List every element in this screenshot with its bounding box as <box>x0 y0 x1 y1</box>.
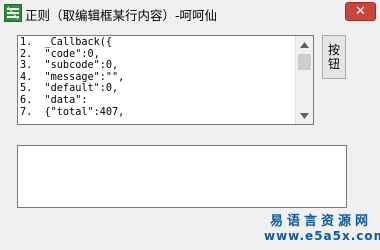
code-line: 4. "message":"", <box>20 71 125 83</box>
code-lines: 1. _Callback({2. "code":0, 3. "subcode":0… <box>20 37 298 118</box>
code-line: 6. "data": <box>20 94 88 106</box>
code-line: 7. {"total":407, <box>20 106 125 118</box>
scroll-thumb[interactable] <box>298 54 311 70</box>
window-title: 正则（取编辑框某行内容）-呵呵仙 <box>25 8 218 23</box>
code-line: 5. "default":0, <box>20 83 119 95</box>
watermark-site-name: 易语言资源网 <box>270 214 373 229</box>
code-line: 1. _Callback({ <box>20 37 113 48</box>
close-button[interactable]: ✕ <box>345 2 376 21</box>
close-icon: ✕ <box>355 4 366 19</box>
code-line: 2. "code":0, <box>20 48 100 60</box>
vertical-scrollbar[interactable] <box>295 36 313 124</box>
output-editbox[interactable] <box>17 145 347 208</box>
code-line: 3. "subcode":0, <box>20 60 119 72</box>
site-watermark: 易语言资源网 www.e5a5x.com <box>264 210 380 246</box>
action-button[interactable]: 按钮 <box>322 35 346 79</box>
scroll-up-arrow-icon[interactable] <box>296 36 313 53</box>
code-editbox[interactable]: 1. _Callback({2. "code":0, 3. "subcode":0… <box>17 35 314 125</box>
title-bar: 正则（取编辑框某行内容）-呵呵仙 ✕ <box>0 0 380 26</box>
app-icon <box>4 4 22 22</box>
scroll-down-arrow-icon[interactable] <box>296 107 313 124</box>
watermark-url: www.e5a5x.com <box>264 229 380 243</box>
main-window: 正则（取编辑框某行内容）-呵呵仙 ✕ 1. _Callback({2. "cod… <box>0 0 380 250</box>
action-button-label: 按钮 <box>327 43 340 71</box>
